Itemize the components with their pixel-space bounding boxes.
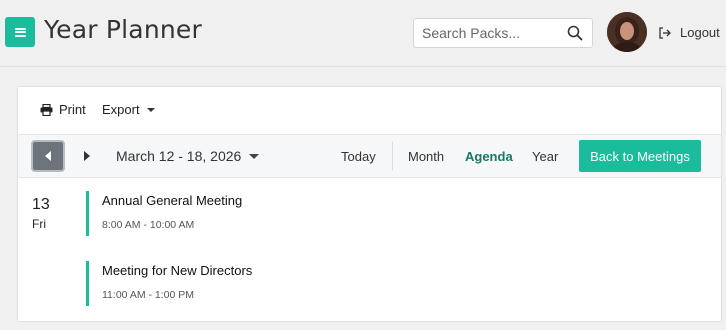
search-icon[interactable]	[567, 25, 583, 41]
agenda-event[interactable]: Annual General Meeting 8:00 AM - 10:00 A…	[86, 191, 646, 236]
export-dropdown[interactable]: Export	[102, 102, 155, 117]
logout-label: Logout	[680, 25, 720, 40]
search-input[interactable]	[414, 19, 564, 47]
printer-icon	[40, 103, 53, 116]
search-box[interactable]	[413, 18, 593, 48]
logout-icon	[659, 26, 671, 39]
page-title: Year Planner	[44, 15, 202, 44]
chevron-right-icon	[84, 151, 90, 161]
today-button[interactable]: Today	[341, 149, 376, 164]
date-range-label: March 12 - 18, 2026	[116, 148, 242, 164]
event-time: 8:00 AM - 10:00 AM	[102, 219, 195, 231]
logout-link[interactable]: Logout	[658, 25, 720, 40]
event-title: Meeting for New Directors	[102, 263, 253, 278]
date-range-picker[interactable]: March 12 - 18, 2026	[116, 148, 260, 164]
back-to-meetings-button[interactable]: Back to Meetings	[579, 140, 701, 172]
agenda-event[interactable]: Meeting for New Directors 11:00 AM - 1:0…	[86, 261, 646, 306]
caret-down-icon	[146, 107, 155, 112]
tab-year[interactable]: Year	[532, 149, 558, 164]
caret-down-icon	[249, 153, 260, 159]
print-button[interactable]: Print	[40, 102, 86, 117]
user-photo-icon	[607, 12, 647, 52]
chevron-left-icon	[45, 151, 51, 161]
toolbar-divider	[392, 142, 393, 170]
next-week-button[interactable]	[78, 146, 96, 166]
export-label: Export	[102, 102, 140, 117]
tab-agenda[interactable]: Agenda	[465, 149, 513, 164]
menu-toggle-button[interactable]	[5, 17, 35, 47]
print-label: Print	[59, 102, 86, 117]
calendar-toolbar: March 12 - 18, 2026 Today Month Agenda Y…	[18, 134, 721, 178]
event-title: Annual General Meeting	[102, 193, 243, 208]
avatar[interactable]	[607, 12, 647, 52]
tab-month[interactable]: Month	[408, 149, 444, 164]
agenda-day-number: 13	[32, 196, 50, 213]
app-header: Year Planner Logout	[0, 0, 726, 67]
hamburger-icon	[14, 27, 26, 37]
previous-week-button[interactable]	[31, 140, 65, 172]
planner-card: Print Export March 12 - 18, 2026 Today M…	[17, 86, 722, 322]
event-time: 11:00 AM - 1:00 PM	[102, 289, 195, 301]
action-bar: Print Export	[18, 87, 721, 134]
agenda-day-weekday: Fri	[32, 217, 46, 231]
